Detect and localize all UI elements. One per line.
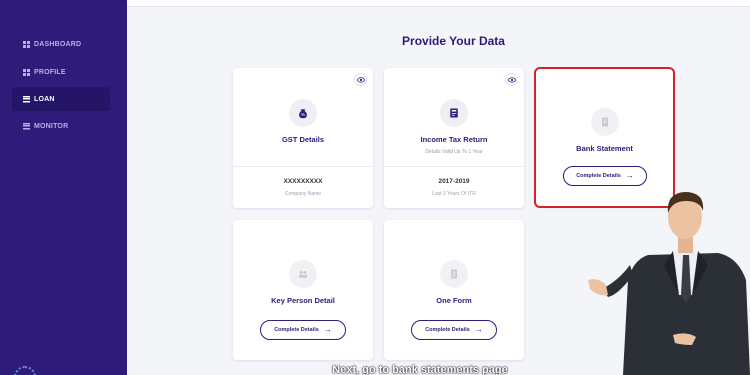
people-icon	[289, 260, 317, 288]
grid-icon	[23, 40, 30, 48]
list-icon	[23, 95, 30, 103]
eye-icon	[507, 76, 516, 83]
arrow-right-icon: →	[474, 325, 483, 334]
key-person-detail-card[interactable]: Key Person Detail Complete Details →	[233, 220, 373, 360]
form-icon	[440, 260, 468, 288]
card-value: XXXXXXXXX	[283, 178, 323, 185]
sidebar-item-label: PROFILE	[34, 68, 66, 76]
sidebar-item-label: DASHBOARD	[34, 40, 82, 48]
svg-text:%: %	[301, 112, 305, 117]
sidebar-item-monitor[interactable]: MONITOR	[12, 114, 110, 138]
page-title: Provide Your Data	[402, 34, 505, 48]
sidebar: DASHBOARD PROFILE LOAN MONITOR	[0, 0, 127, 375]
arrow-right-icon: →	[323, 325, 332, 334]
card-subtitle: Details Valid Up To 1 Year	[425, 149, 483, 155]
percent-bag-icon: %	[289, 99, 317, 127]
sidebar-item-dashboard[interactable]: DASHBOARD	[12, 32, 110, 56]
view-button[interactable]	[354, 73, 367, 86]
divider	[384, 166, 524, 167]
card-title: One Form	[436, 296, 472, 305]
card-title: Key Person Detail	[271, 296, 335, 305]
income-tax-return-card[interactable]: Income Tax Return Details Valid Up To 1 …	[384, 68, 524, 208]
grid-icon	[23, 68, 30, 76]
top-bar	[127, 0, 750, 7]
button-label: Complete Details	[274, 327, 319, 333]
itr-document-icon	[440, 99, 468, 127]
sidebar-item-loan[interactable]: LOAN	[12, 87, 110, 111]
divider	[233, 166, 373, 167]
video-caption: Next, go to bank statements page	[332, 364, 508, 375]
list-icon	[23, 122, 30, 130]
card-value: 2017-2019	[438, 178, 470, 185]
eye-icon	[356, 76, 365, 83]
sidebar-item-label: LOAN	[34, 95, 55, 103]
gst-details-card[interactable]: % GST Details XXXXXXXXX Company Name	[233, 68, 373, 208]
sidebar-item-label: MONITOR	[34, 122, 69, 130]
view-button[interactable]	[505, 73, 518, 86]
presenter-avatar	[588, 192, 750, 375]
sidebar-item-profile[interactable]: PROFILE	[12, 60, 110, 84]
card-title: Income Tax Return	[420, 135, 488, 144]
complete-details-button[interactable]: Complete Details →	[260, 320, 346, 340]
brand-logo	[14, 366, 36, 375]
card-value-label: Last 3 Years Of ITR	[432, 191, 476, 197]
card-title: GST Details	[281, 135, 325, 144]
one-form-card[interactable]: One Form Complete Details →	[384, 220, 524, 360]
button-label: Complete Details	[425, 327, 470, 333]
complete-details-button[interactable]: Complete Details →	[411, 320, 497, 340]
card-value-label: Company Name	[284, 191, 322, 197]
